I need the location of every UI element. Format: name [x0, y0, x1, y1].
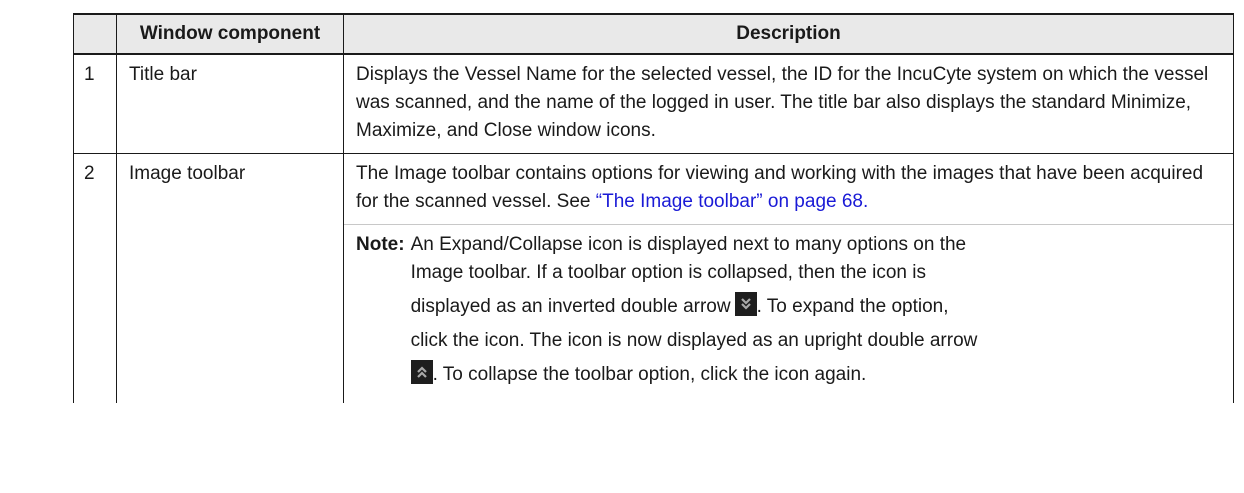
row-component: Title bar — [116, 53, 344, 154]
note-body: An Expand/Collapse icon is displayed nex… — [410, 231, 1223, 395]
double-chevron-up-icon — [410, 360, 433, 384]
note-line: displayed as an inverted double arrow . T… — [411, 287, 1223, 327]
header-row: Window component Description — [73, 13, 1234, 55]
document-page: Window component Description 1 Title bar… — [0, 0, 1244, 493]
note-line-text: . To expand the option, — [756, 296, 949, 317]
note-line: click the icon. The icon is now displaye… — [410, 330, 978, 351]
table-row: 2 Image toolbar The Image toolbar contai… — [73, 153, 1234, 403]
window-components-table: Window component Description 1 Title bar… — [73, 13, 1234, 403]
table-header: Window component Description — [73, 13, 1234, 55]
note-label: Note: — [356, 234, 405, 255]
row-number: 2 — [73, 153, 117, 403]
note-line-text: displayed as an inverted double arrow — [410, 296, 731, 317]
header-window-component: Window component — [116, 13, 344, 55]
header-number — [73, 13, 117, 55]
description-text: Displays the Vessel Name for the selecte… — [356, 64, 1209, 141]
table-row: 1 Title bar Displays the Vessel Name for… — [73, 53, 1234, 154]
row-description: The Image toolbar contains options for v… — [343, 153, 1234, 403]
row-component: Image toolbar — [116, 153, 344, 403]
description-text: The Image toolbar contains options for v… — [356, 160, 1223, 216]
double-chevron-down-icon — [734, 292, 757, 316]
image-toolbar-link[interactable]: “The Image toolbar” on page 68. — [596, 191, 869, 212]
note-line: Image toolbar. If a toolbar option is co… — [410, 262, 926, 283]
row-description: Displays the Vessel Name for the selecte… — [343, 53, 1234, 154]
header-description: Description — [343, 13, 1234, 55]
note-line: . To collapse the toolbar option, click … — [410, 355, 1223, 395]
row-number: 1 — [73, 53, 117, 154]
note-block: Note: An Expand/Collapse icon is display… — [344, 224, 1233, 395]
note-line: An Expand/Collapse icon is displayed nex… — [410, 234, 967, 255]
note-line-text: . To collapse the toolbar option, click … — [432, 364, 867, 385]
